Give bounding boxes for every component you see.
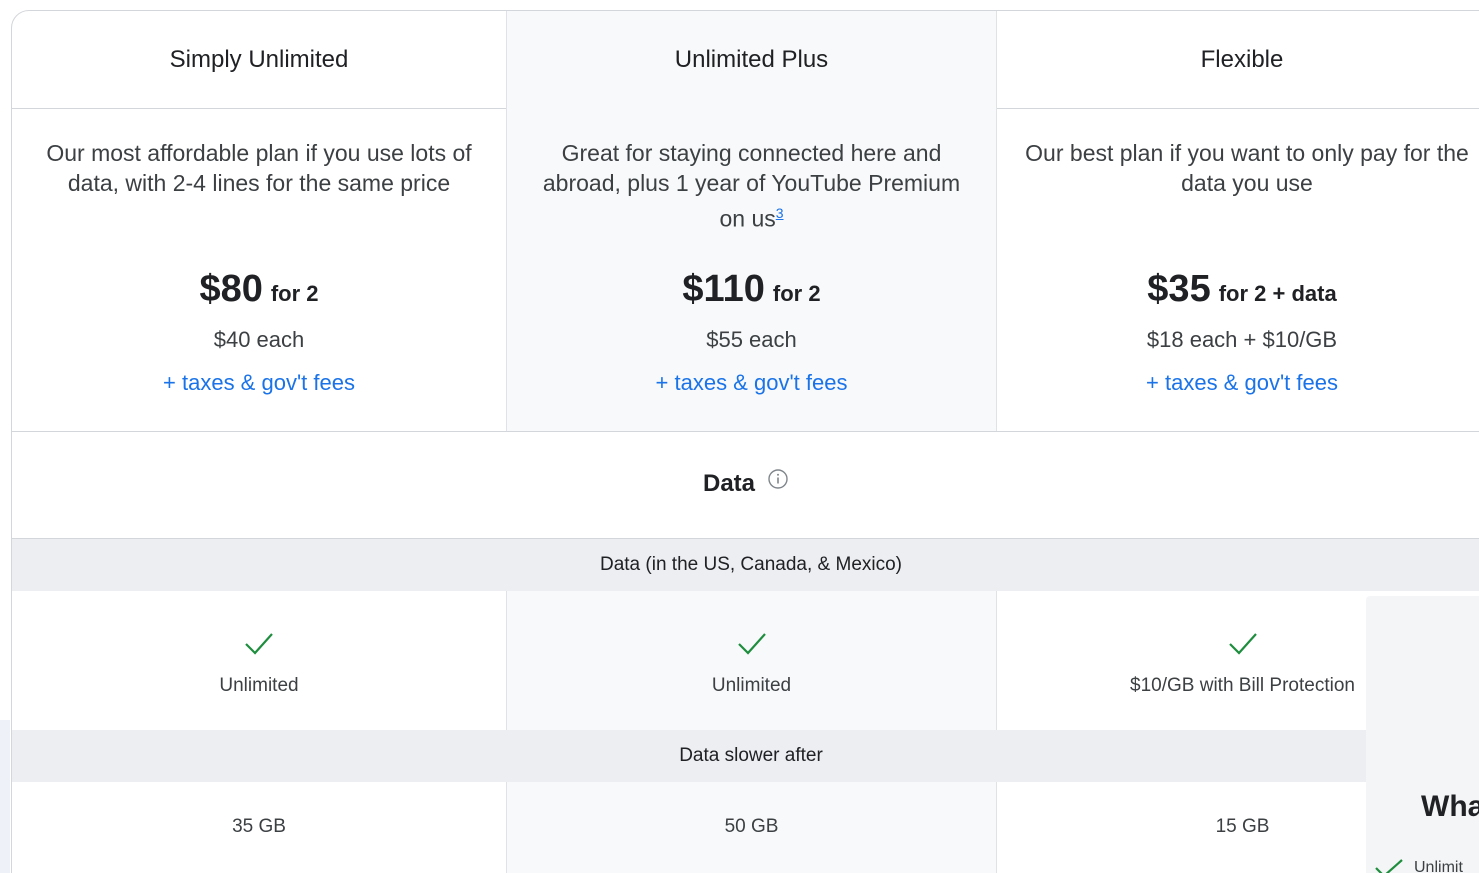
value-text: 50 GB bbox=[724, 816, 779, 837]
value-text: Unlimited bbox=[711, 675, 792, 696]
check-icon bbox=[507, 631, 996, 661]
floating-plan-panel[interactable]: Wha Unlimit bbox=[1366, 596, 1479, 873]
plan-description: Great for staying connected here and abr… bbox=[507, 138, 996, 234]
panel-feature-item: Unlimit bbox=[1374, 858, 1463, 873]
page-gutter bbox=[0, 720, 10, 873]
plan-description: Our most affordable plan if you use lots… bbox=[46, 140, 472, 196]
row-label-text: Data (in the US, Canada, & Mexico) bbox=[599, 554, 903, 575]
check-icon bbox=[12, 631, 506, 661]
value-cell: 35 GB bbox=[12, 782, 506, 873]
data-section-header: Data bbox=[12, 432, 1479, 539]
price-suffix: for 2 + data bbox=[1218, 281, 1337, 306]
plan-name-unlimited-plus: Unlimited Plus bbox=[506, 11, 997, 108]
taxes-fees-link[interactable]: + taxes & gov't fees bbox=[507, 370, 996, 396]
row-label-data-slower-after: Data slower after bbox=[12, 730, 1479, 782]
plan-comparison-table: Simply Unlimited Unlimited Plus Flexible… bbox=[11, 10, 1479, 873]
section-title: Data bbox=[12, 468, 1479, 499]
plan-name-row: Simply Unlimited Unlimited Plus Flexible bbox=[12, 11, 1479, 109]
data-slower-values-row: 35 GB 50 GB 15 GB bbox=[12, 782, 1479, 873]
price-suffix: for 2 bbox=[270, 281, 319, 306]
plan-price: $110 for 2 bbox=[507, 266, 996, 317]
taxes-fees-link[interactable]: + taxes & gov't fees bbox=[997, 370, 1479, 396]
price-per-line: $55 each bbox=[706, 327, 797, 352]
plan-price: $80 for 2 bbox=[12, 266, 506, 317]
plan-description-text: Great for staying connected here and abr… bbox=[542, 140, 961, 232]
value-cell: 50 GB bbox=[506, 782, 997, 873]
check-icon bbox=[1375, 859, 1403, 873]
value-text: Unlimited bbox=[219, 675, 299, 696]
plan-description: Our best plan if you want to only pay fo… bbox=[1025, 140, 1469, 196]
row-label-data-us-canada-mexico: Data (in the US, Canada, & Mexico) bbox=[12, 539, 1479, 591]
panel-title: Wha bbox=[1421, 790, 1479, 823]
value-text: 35 GB bbox=[232, 816, 286, 837]
value-cell: Unlimited bbox=[506, 591, 997, 730]
price-amount: $110 bbox=[682, 268, 765, 310]
price-suffix: for 2 bbox=[772, 281, 821, 306]
taxes-fees-link[interactable]: + taxes & gov't fees bbox=[12, 370, 506, 396]
plan-card-simply-unlimited: Our most affordable plan if you use lots… bbox=[12, 108, 506, 431]
plan-name-simply-unlimited: Simply Unlimited bbox=[169, 45, 349, 73]
price-amount: $35 bbox=[1147, 268, 1211, 310]
panel-feature-text: Unlimit bbox=[1414, 859, 1463, 873]
data-values-row: Unlimited Unlimited $10/GB with Bill Pro… bbox=[12, 591, 1479, 730]
plan-details-row: Our most affordable plan if you use lots… bbox=[12, 108, 1479, 432]
footnote-link[interactable]: 3 bbox=[776, 205, 784, 221]
section-title-text: Data bbox=[702, 470, 756, 497]
plans-comparison-page: Simply Unlimited Unlimited Plus Flexible… bbox=[0, 0, 1479, 873]
plan-card-unlimited-plus: Great for staying connected here and abr… bbox=[506, 108, 997, 431]
price-per-line: $18 each + $10/GB bbox=[1146, 327, 1338, 352]
price-per-line: $40 each bbox=[213, 327, 305, 352]
plan-name-flexible: Flexible bbox=[1200, 45, 1284, 73]
plan-card-flexible: Our best plan if you want to only pay fo… bbox=[997, 108, 1479, 431]
value-cell: Unlimited bbox=[12, 591, 506, 730]
info-icon[interactable] bbox=[767, 468, 789, 497]
price-amount: $80 bbox=[199, 268, 263, 310]
plan-price: $35 for 2 + data bbox=[997, 266, 1479, 317]
row-label-text: Data slower after bbox=[679, 745, 823, 766]
